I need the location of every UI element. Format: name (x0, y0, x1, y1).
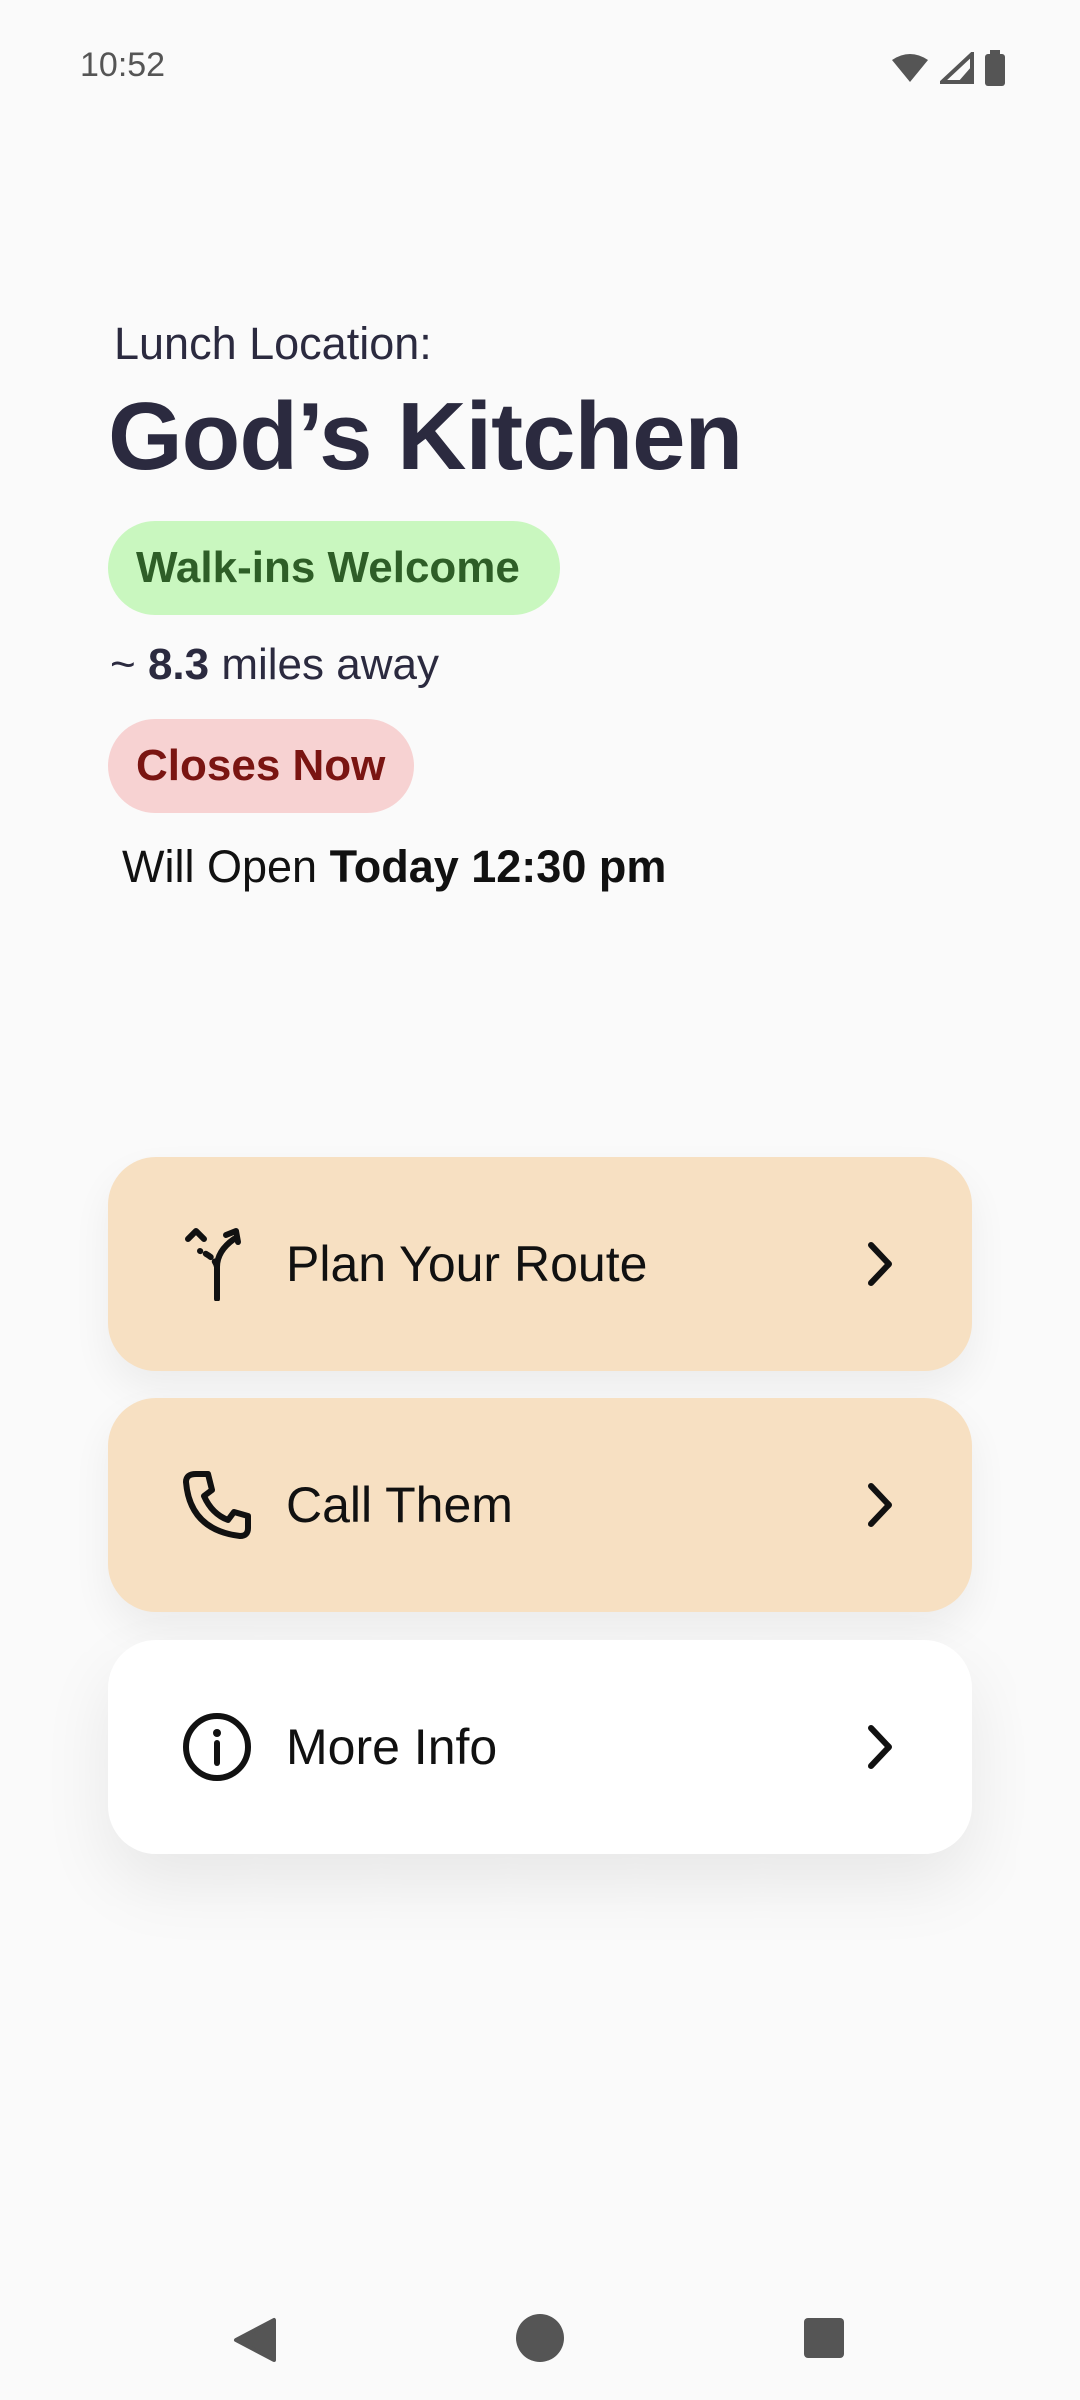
distance-suffix: miles away (221, 640, 439, 689)
call-them-label: Call Them (286, 1477, 513, 1533)
plan-route-label: Plan Your Route (286, 1236, 648, 1292)
walkins-badge: Walk-ins Welcome (108, 521, 560, 615)
distance-text: ~ 8.3 miles away (110, 640, 439, 690)
status-time: 10:52 (80, 46, 166, 84)
signal-icon (940, 52, 974, 84)
wifi-icon (890, 52, 930, 84)
call-them-button[interactable]: Call Them (108, 1398, 972, 1612)
back-icon[interactable] (232, 2316, 276, 2369)
restaurant-title: God’s Kitchen (108, 383, 743, 490)
plan-route-button[interactable]: Plan Your Route (108, 1157, 972, 1371)
location-label: Lunch Location: (114, 318, 432, 369)
more-info-label: More Info (286, 1719, 498, 1775)
battery-icon (984, 50, 1006, 86)
opening-time: Will Open Today 12:30 pm (122, 841, 666, 893)
status-bar: 10:52 (0, 0, 1080, 130)
info-icon (180, 1710, 254, 1784)
chevron-right-icon (860, 1717, 900, 1777)
closes-now-label: Closes Now (136, 741, 386, 790)
distance-value: 8.3 (147, 640, 210, 689)
phone-icon (180, 1468, 254, 1542)
route-fork-icon (180, 1227, 254, 1301)
more-info-button[interactable]: More Info (108, 1640, 972, 1854)
chevron-right-icon (860, 1475, 900, 1535)
recents-icon[interactable] (802, 2316, 846, 2365)
opening-prefix: Will Open (122, 841, 318, 892)
opening-time-value: Today 12:30 pm (329, 841, 667, 892)
closes-now-badge: Closes Now (108, 719, 414, 813)
distance-prefix: ~ (110, 640, 136, 689)
home-icon[interactable] (514, 2312, 566, 2369)
chevron-right-icon (860, 1234, 900, 1294)
walkins-badge-label: Walk-ins Welcome (136, 543, 520, 592)
status-icons (890, 50, 1006, 86)
